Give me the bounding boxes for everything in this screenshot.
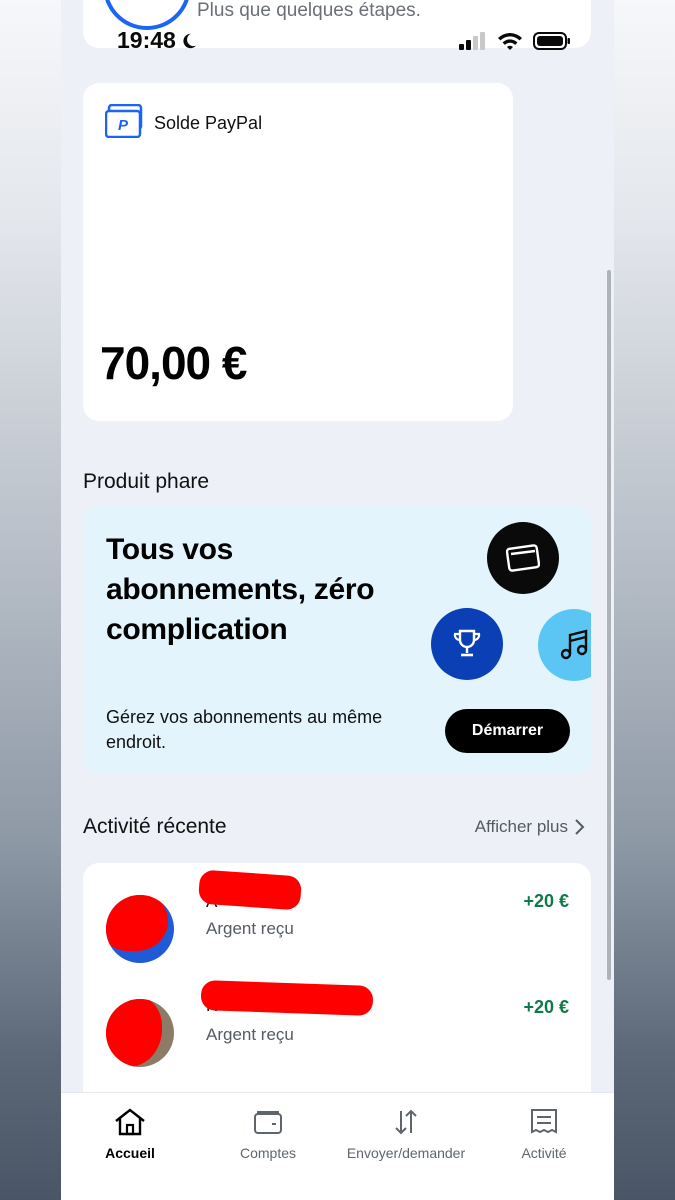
transfer-arrows-icon: [395, 1109, 417, 1135]
activity-row[interactable]: K Argent reçu +20 €: [83, 969, 591, 1069]
music-note-icon: [560, 629, 588, 660]
signal-icon: [459, 32, 485, 50]
featured-section-title: Produit phare: [83, 470, 210, 493]
avatar: [106, 895, 174, 963]
see-more-link[interactable]: Afficher plus: [475, 817, 586, 837]
see-more-label: Afficher plus: [474, 817, 568, 836]
battery-icon: [533, 32, 570, 50]
paypal-balance-icon: P: [105, 104, 143, 138]
activity-amount: +20 €: [523, 891, 569, 911]
status-bar-time: 19:48: [117, 27, 198, 54]
activity-subtitle: Argent reçu: [206, 1025, 294, 1044]
redaction-mark: [200, 980, 374, 1016]
wifi-icon: [498, 33, 522, 50]
nav-home[interactable]: Accueil: [61, 1107, 199, 1161]
trophy-icon: [453, 629, 481, 657]
wallet-icon: [254, 1111, 282, 1134]
nav-activity[interactable]: Activité: [475, 1107, 613, 1161]
nav-label: Activité: [521, 1145, 567, 1161]
bottom-navigation: Accueil Comptes Envoyer/demander Activit…: [61, 1092, 614, 1200]
nav-label: Comptes: [239, 1145, 297, 1161]
home-icon: [115, 1108, 145, 1136]
moon-icon: [183, 33, 197, 48]
trophy-bubble: [431, 608, 503, 680]
app-screen: Plus que quelques étapes. 19:48 P Solde …: [61, 0, 614, 1200]
onboarding-progress-text: Plus que quelques étapes.: [197, 0, 421, 21]
credit-card-icon: [506, 544, 540, 572]
recent-activity-title: Activité récente: [83, 815, 227, 838]
featured-description: Gérez vos abonnements au même endroit.: [106, 707, 383, 752]
status-bar-icons: [459, 31, 571, 51]
scrollbar[interactable]: [607, 270, 611, 980]
nav-send-request[interactable]: Envoyer/demander: [337, 1107, 475, 1161]
paypal-balance-card[interactable]: P Solde PayPal 70,00 €: [83, 83, 513, 421]
activity-amount: +20 €: [523, 997, 569, 1017]
activity-subtitle: Argent reçu: [206, 919, 294, 938]
balance-amount: 70,00 €: [100, 337, 247, 389]
progress-ring: [103, 0, 191, 30]
clock: 19:48: [117, 27, 176, 53]
chevron-right-icon: [575, 819, 585, 835]
redaction-mark: [197, 869, 303, 911]
avatar: [106, 999, 174, 1067]
svg-text:P: P: [118, 117, 129, 134]
start-button[interactable]: Démarrer: [445, 709, 570, 753]
balance-label: Solde PayPal: [154, 113, 263, 133]
nav-accounts[interactable]: Comptes: [199, 1107, 337, 1161]
receipt-icon: [531, 1109, 557, 1134]
activity-row[interactable]: A Argent reçu +20 €: [83, 863, 591, 963]
featured-product-card[interactable]: Tous vos abonnements, zéro complication …: [83, 506, 591, 774]
music-bubble: [538, 609, 591, 681]
nav-label: Envoyer/demander: [346, 1145, 466, 1161]
card-bubble: [487, 522, 559, 594]
nav-label: Accueil: [105, 1145, 155, 1161]
featured-headline: Tous vos abonnements, zéro complication: [106, 533, 375, 646]
